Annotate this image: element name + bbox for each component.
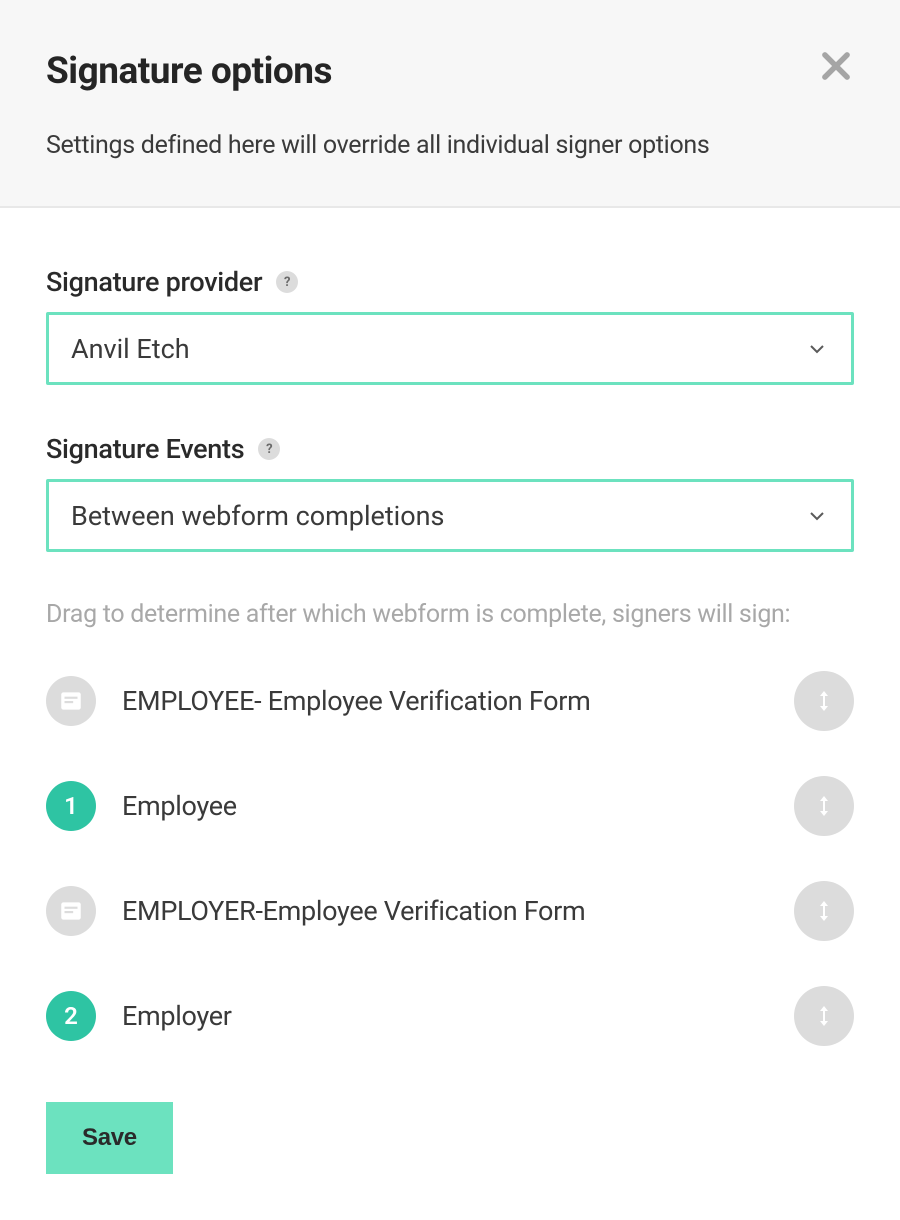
drag-handle[interactable] [794,986,854,1046]
close-icon [817,47,855,85]
list-item[interactable]: 1 Employee [46,776,854,836]
page-title: Signature options [46,50,854,93]
drag-handle[interactable] [794,881,854,941]
close-button[interactable] [812,42,860,90]
list-item-label: Employee [122,790,768,822]
drag-handle[interactable] [794,671,854,731]
drag-arrows-icon [812,689,836,713]
main-content: Signature provider ? Anvil Etch Signatur… [0,208,900,1220]
chevron-down-icon [805,504,829,528]
drag-arrows-icon [812,899,836,923]
form-icon [46,886,96,936]
help-icon[interactable]: ? [258,438,280,460]
drag-arrows-icon [812,1004,836,1028]
signature-events-select[interactable]: Between webform completions [46,479,854,552]
signature-provider-group: Signature provider ? Anvil Etch [46,266,854,385]
save-button[interactable]: Save [46,1102,173,1174]
header-section: Signature options Settings defined here … [0,0,900,208]
list-item-label: EMPLOYEE- Employee Verification Form [122,685,768,717]
draggable-list: EMPLOYEE- Employee Verification Form 1 E… [46,671,854,1046]
list-item-label: EMPLOYER-Employee Verification Form [122,895,768,927]
list-item[interactable]: EMPLOYEE- Employee Verification Form [46,671,854,731]
list-item[interactable]: 2 Employer [46,986,854,1046]
signature-provider-label-row: Signature provider ? [46,266,854,298]
signature-provider-value: Anvil Etch [71,333,805,365]
signature-events-value: Between webform completions [71,500,805,532]
signature-provider-label: Signature provider [46,266,262,298]
signer-number-badge: 2 [46,991,96,1041]
list-item-label: Employer [122,1000,768,1032]
form-icon [46,676,96,726]
signature-provider-select[interactable]: Anvil Etch [46,312,854,385]
drag-handle[interactable] [794,776,854,836]
page-subtitle: Settings defined here will override all … [46,131,854,160]
chevron-down-icon [805,337,829,361]
list-item[interactable]: EMPLOYER-Employee Verification Form [46,881,854,941]
help-icon[interactable]: ? [276,271,298,293]
drag-arrows-icon [812,794,836,818]
signature-events-label-row: Signature Events ? [46,433,854,465]
signer-number-badge: 1 [46,781,96,831]
signature-events-label: Signature Events [46,433,244,465]
signature-events-group: Signature Events ? Between webform compl… [46,433,854,552]
drag-instruction-text: Drag to determine after which webform is… [46,600,854,629]
